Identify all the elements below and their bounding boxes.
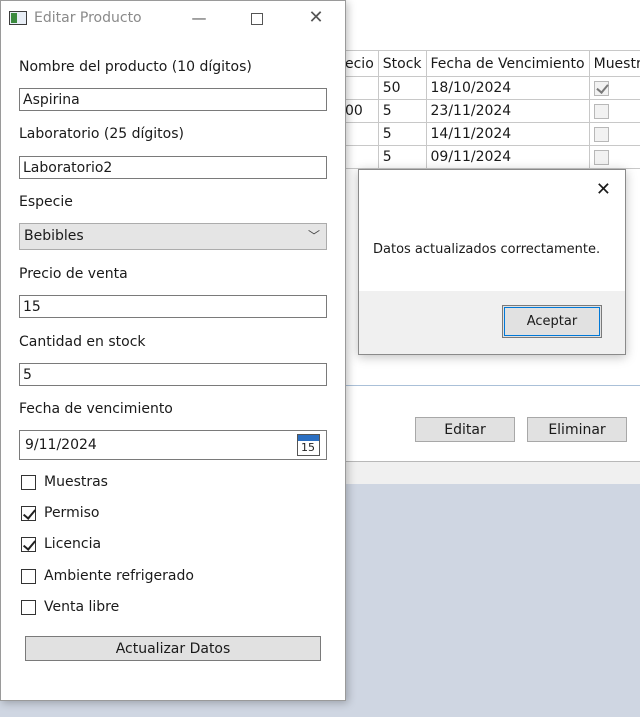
cell-precio[interactable]: [340, 145, 379, 169]
nombre-input[interactable]: [19, 88, 327, 111]
nombre-label: Nombre del producto (10 dígitos): [19, 59, 252, 75]
maximize-icon[interactable]: [237, 5, 277, 31]
minimize-icon[interactable]: —: [179, 5, 219, 31]
checkbox-label: Ambiente refrigerado: [44, 568, 194, 584]
title-bar[interactable]: Editar Producto — ✕: [1, 1, 345, 35]
column-header-stock[interactable]: Stock: [377, 50, 427, 77]
grid-header-row: ecio Stock Fecha de Vencimiento Muestra: [340, 50, 640, 77]
checkbox-label: Licencia: [44, 536, 102, 552]
table-row[interactable]: 5 09/11/2024: [340, 145, 640, 169]
cell-precio[interactable]: 00: [340, 99, 379, 123]
calendar-icon[interactable]: 15: [297, 434, 320, 456]
especie-label: Especie: [19, 194, 73, 210]
checkbox-label: Venta libre: [44, 599, 120, 615]
column-header-muestra[interactable]: Muestra: [588, 50, 640, 77]
update-data-button[interactable]: Actualizar Datos: [25, 636, 321, 661]
laboratorio-input[interactable]: [19, 156, 327, 179]
cell-muestra[interactable]: [588, 145, 640, 169]
cell-fecha[interactable]: 14/11/2024: [425, 122, 590, 146]
column-header-precio[interactable]: ecio: [340, 50, 379, 77]
app-icon: [9, 11, 27, 25]
cell-fecha[interactable]: 09/11/2024: [425, 145, 590, 169]
products-grid[interactable]: ecio Stock Fecha de Vencimiento Muestra …: [340, 50, 640, 169]
cell-muestra[interactable]: [588, 76, 640, 100]
cell-stock[interactable]: 5: [377, 145, 427, 169]
muestra-checkbox: [593, 126, 609, 142]
checkbox[interactable]: [21, 569, 36, 584]
grid-bottom-border: [340, 385, 640, 386]
checkbox-label: Muestras: [44, 474, 108, 490]
message-footer: Aceptar: [359, 291, 625, 354]
table-row[interactable]: 50 18/10/2024: [340, 76, 640, 100]
especie-selected-value: Bebibles: [24, 228, 84, 244]
cantidad-label: Cantidad en stock: [19, 334, 146, 350]
ok-button[interactable]: Aceptar: [502, 305, 602, 338]
main-app-bottom-strip: [340, 462, 640, 484]
edit-button[interactable]: Editar: [415, 417, 515, 442]
checkbox[interactable]: [21, 600, 36, 615]
message-box: ✕ Datos actualizados correctamente. Acep…: [358, 169, 626, 355]
fecha-date-picker[interactable]: 9/11/2024 15: [19, 430, 327, 460]
especie-select[interactable]: Bebibles ﹀: [19, 223, 327, 250]
calendar-day: 15: [301, 441, 315, 454]
cell-stock[interactable]: 50: [377, 76, 427, 100]
cell-fecha[interactable]: 18/10/2024: [425, 76, 590, 100]
laboratorio-label: Laboratorio (25 dígitos): [19, 126, 184, 142]
window-title: Editar Producto: [34, 10, 142, 26]
chevron-down-icon: ﹀: [307, 229, 320, 243]
cell-muestra[interactable]: [588, 99, 640, 123]
muestra-checkbox: [593, 103, 609, 119]
precio-label: Precio de venta: [19, 266, 128, 282]
cell-muestra[interactable]: [588, 122, 640, 146]
delete-button[interactable]: Eliminar: [527, 417, 627, 442]
fecha-label: Fecha de vencimiento: [19, 401, 173, 417]
close-icon[interactable]: ✕: [596, 179, 611, 200]
muestra-checkbox: [593, 149, 609, 165]
table-row[interactable]: 5 14/11/2024: [340, 122, 640, 146]
precio-input[interactable]: [19, 295, 327, 318]
cell-fecha[interactable]: 23/11/2024: [425, 99, 590, 123]
checkbox[interactable]: [21, 537, 36, 552]
cell-precio[interactable]: [340, 76, 379, 100]
close-icon[interactable]: ✕: [296, 5, 336, 31]
edit-product-window: Editar Producto — ✕ Nombre del producto …: [0, 0, 346, 701]
cell-stock[interactable]: 5: [377, 99, 427, 123]
muestra-checkbox: [593, 80, 609, 96]
cantidad-input[interactable]: [19, 363, 327, 386]
checkbox-label: Permiso: [44, 505, 100, 521]
message-text: Datos actualizados correctamente.: [373, 242, 601, 257]
checkbox[interactable]: [21, 506, 36, 521]
fecha-value: 9/11/2024: [25, 437, 97, 453]
column-header-fecha[interactable]: Fecha de Vencimiento: [425, 50, 590, 77]
cell-precio[interactable]: [340, 122, 379, 146]
cell-stock[interactable]: 5: [377, 122, 427, 146]
checkbox[interactable]: [21, 475, 36, 490]
table-row[interactable]: 00 5 23/11/2024: [340, 99, 640, 123]
